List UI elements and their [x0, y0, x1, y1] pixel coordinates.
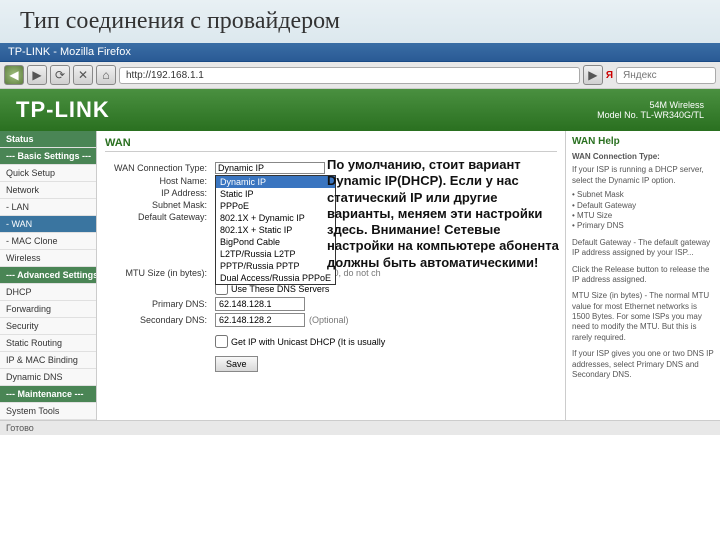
dropdown-option[interactable]: 802.1X + Dynamic IP — [216, 212, 335, 224]
nav-item: Status — [0, 131, 96, 148]
subnet-label: Subnet Mask: — [105, 200, 215, 210]
secondary-dns-hint: (Optional) — [309, 315, 349, 325]
help-panel: WAN Help WAN Connection Type: If your IS… — [565, 131, 720, 420]
nav-item[interactable]: Forwarding — [0, 301, 96, 318]
browser-status: Готово — [0, 420, 720, 435]
dropdown-option[interactable]: Dynamic IP — [216, 176, 335, 188]
dropdown-option[interactable]: 802.1X + Static IP — [216, 224, 335, 236]
dropdown-option[interactable]: PPTP/Russia PPTP — [216, 260, 335, 272]
stop-icon[interactable]: ✕ — [73, 65, 93, 85]
nav-item[interactable]: DHCP — [0, 284, 96, 301]
nav-item: --- Advanced Settings --- — [0, 267, 96, 284]
dropdown-option[interactable]: Static IP — [216, 188, 335, 200]
primary-dns-input[interactable] — [215, 297, 305, 311]
nav-item[interactable]: Wireless — [0, 250, 96, 267]
dropdown-option[interactable]: PPPoE — [216, 200, 335, 212]
secondary-dns-label: Secondary DNS: — [105, 315, 215, 325]
help-body4: MTU Size (in bytes) - The normal MTU val… — [572, 291, 714, 343]
nav-item: --- Basic Settings --- — [0, 148, 96, 165]
home-icon[interactable]: ⌂ — [96, 65, 116, 85]
help-item: • MTU Size — [572, 211, 714, 221]
router-header: TP-LINK 54M Wireless Model No. TL-WR340G… — [0, 89, 720, 131]
help-item: • Default Gateway — [572, 201, 714, 211]
back-icon[interactable]: ◀ — [4, 65, 24, 85]
dropdown-option[interactable]: BigPond Cable — [216, 236, 335, 248]
main-content: WAN WAN Connection Type: Dynamic IP Dyna… — [97, 131, 565, 420]
tp-link-logo: TP-LINK — [16, 97, 110, 123]
help-body1: If your ISP is running a DHCP server, se… — [572, 165, 714, 186]
page-title: WAN — [105, 135, 557, 152]
nav-item: --- Maintenance --- — [0, 386, 96, 403]
sidebar-nav: Status--- Basic Settings ---Quick SetupN… — [0, 131, 97, 420]
nav-item[interactable]: Static Routing — [0, 335, 96, 352]
unicast-label: Get IP with Unicast DHCP (It is usually — [231, 337, 385, 347]
nav-item[interactable]: - LAN — [0, 199, 96, 216]
model-info: 54M Wireless Model No. TL-WR340G/TL — [597, 100, 704, 120]
search-input[interactable] — [616, 67, 716, 84]
secondary-dns-input[interactable] — [215, 313, 305, 327]
help-item: • Primary DNS — [572, 221, 714, 231]
unicast-checkbox[interactable] — [215, 335, 228, 348]
save-button[interactable]: Save — [215, 356, 258, 372]
help-title: WAN Help — [572, 135, 714, 148]
nav-item[interactable]: - MAC Clone — [0, 233, 96, 250]
slide-annotation: По умолчанию, стоит вариант Dynamic IP(D… — [327, 157, 567, 271]
browser-titlebar: TP-LINK - Mozilla Firefox — [0, 43, 720, 62]
gateway-label: Default Gateway: — [105, 212, 215, 222]
dropdown-option[interactable]: Dual Access/Russia PPPoE — [216, 272, 335, 284]
slide-title: Тип соединения с провайдером — [0, 0, 720, 43]
help-subtitle: WAN Connection Type: — [572, 152, 714, 162]
help-body3: Click the Release button to release the … — [572, 265, 714, 286]
nav-item[interactable]: - WAN — [0, 216, 96, 233]
help-body5: If your ISP gives you one or two DNS IP … — [572, 349, 714, 380]
nav-item[interactable]: Network — [0, 182, 96, 199]
yandex-icon: Я — [606, 70, 613, 81]
conn-type-label: WAN Connection Type: — [105, 163, 215, 173]
url-input[interactable] — [119, 67, 580, 84]
nav-item[interactable]: Dynamic DNS — [0, 369, 96, 386]
dropdown-option[interactable]: L2TP/Russia L2TP — [216, 248, 335, 260]
ip-label: IP Address: — [105, 188, 215, 198]
nav-item[interactable]: Security — [0, 318, 96, 335]
reload-icon[interactable]: ⟳ — [50, 65, 70, 85]
help-item: • Subnet Mask — [572, 190, 714, 200]
conn-type-select[interactable]: Dynamic IP — [215, 162, 325, 174]
conn-type-dropdown[interactable]: Dynamic IPStatic IPPPPoE802.1X + Dynamic… — [215, 175, 336, 285]
manual-dns-label: Use These DNS Servers — [231, 284, 329, 294]
nav-item[interactable]: Quick Setup — [0, 165, 96, 182]
model-line1: 54M Wireless — [597, 100, 704, 110]
help-body2: Default Gateway - The default gateway IP… — [572, 238, 714, 259]
browser-toolbar: ◀ ▶ ⟳ ✕ ⌂ ▶ Я — [0, 62, 720, 89]
forward-icon[interactable]: ▶ — [27, 65, 47, 85]
primary-dns-label: Primary DNS: — [105, 299, 215, 309]
nav-item[interactable]: System Tools — [0, 403, 96, 420]
host-label: Host Name: — [105, 176, 215, 186]
go-icon[interactable]: ▶ — [583, 65, 603, 85]
model-line2: Model No. TL-WR340G/TL — [597, 110, 704, 120]
nav-item[interactable]: IP & MAC Binding — [0, 352, 96, 369]
mtu-label: MTU Size (in bytes): — [105, 268, 215, 278]
